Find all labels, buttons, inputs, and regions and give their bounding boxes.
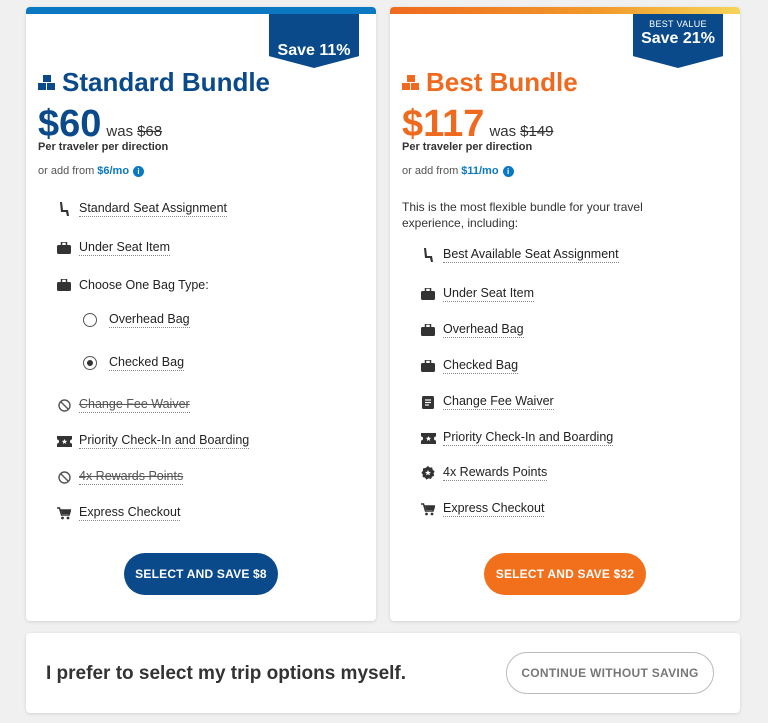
checked-bag-radio[interactable]	[83, 356, 97, 370]
feature-label: Choose One Bag Type:	[79, 277, 209, 292]
bag-icon	[420, 322, 436, 338]
per-traveler-text: Per traveler per direction	[38, 141, 169, 153]
feature-label: Best Available Seat Assignment	[443, 247, 619, 263]
standard-bundle-card: Save 11% Standard Bundle $60 was $68 Per…	[26, 7, 376, 621]
monthly-price-link[interactable]: $11/mo	[461, 165, 498, 177]
bundle-title-text: Best Bundle	[426, 67, 578, 97]
ribbon-savings-label: Save 11%	[277, 42, 351, 59]
best-bundle-card: BEST VALUE Save 21% Best Bundle $117 was…	[390, 7, 740, 621]
feature-express[interactable]: Express Checkout	[56, 505, 181, 521]
add-from-prefix: or add from	[38, 165, 95, 177]
card-top-bar	[26, 7, 376, 14]
feature-label: Standard Seat Assignment	[79, 201, 228, 217]
bag-icon	[56, 240, 72, 256]
feature-label: Checked Bag	[443, 358, 519, 374]
feature-label: Change Fee Waiver	[79, 397, 190, 413]
feature-under-seat[interactable]: Under Seat Item	[56, 240, 171, 256]
price-amount: $117	[402, 103, 485, 145]
savings-ribbon: BEST VALUE Save 21%	[633, 14, 723, 68]
feature-label: Overhead Bag	[443, 322, 524, 338]
feature-under-seat[interactable]: Under Seat Item	[420, 286, 535, 302]
overhead-bag-radio[interactable]	[83, 313, 97, 327]
price-row: $117 was $149	[402, 103, 554, 146]
feature-label: Under Seat Item	[79, 240, 171, 256]
feature-label: Express Checkout	[443, 501, 545, 517]
bundle-icon	[38, 74, 56, 91]
bundle-icon	[402, 74, 420, 91]
select-standard-button[interactable]: SELECT AND SAVE $8	[124, 553, 278, 595]
seat-icon	[56, 201, 72, 217]
price-amount: $60	[38, 103, 102, 145]
not-included-icon	[56, 397, 72, 413]
cart-icon	[56, 505, 72, 521]
feature-rewards[interactable]: 4x Rewards Points	[420, 465, 548, 481]
ribbon-small-label	[269, 19, 359, 30]
feature-seat[interactable]: Best Available Seat Assignment	[420, 247, 619, 263]
badge-star-icon	[420, 465, 436, 481]
cart-icon	[420, 501, 436, 517]
bundle-description: This is the most flexible bundle for you…	[402, 200, 643, 230]
document-icon	[420, 394, 436, 410]
feature-rewards[interactable]: 4x Rewards Points	[56, 469, 184, 485]
bundle-title: Standard Bundle	[38, 67, 270, 98]
ribbon-savings-label: Save 21%	[641, 30, 715, 47]
continue-without-saving-button[interactable]: CONTINUE WITHOUT SAVING	[506, 652, 714, 694]
old-price: $149	[520, 123, 554, 140]
feature-express[interactable]: Express Checkout	[420, 501, 545, 517]
select-best-button[interactable]: SELECT AND SAVE $32	[484, 553, 646, 595]
feature-overhead[interactable]: Overhead Bag	[420, 322, 524, 338]
not-included-icon	[56, 469, 72, 485]
feature-priority[interactable]: Priority Check-In and Boarding	[56, 433, 250, 449]
checked-bag-option[interactable]: Checked Bag	[83, 355, 185, 371]
savings-ribbon: Save 11%	[269, 14, 359, 68]
option-label: Checked Bag	[109, 355, 185, 371]
feature-label: 4x Rewards Points	[443, 465, 548, 481]
card-top-bar	[390, 7, 740, 14]
bundle-title-text: Standard Bundle	[62, 67, 271, 97]
ticket-icon	[56, 433, 72, 449]
monthly-price-link[interactable]: $6/mo	[97, 165, 129, 177]
feature-label: Under Seat Item	[443, 286, 535, 302]
feature-label: Express Checkout	[79, 505, 181, 521]
info-icon[interactable]: i	[502, 165, 514, 177]
bag-icon	[56, 277, 72, 293]
old-price: $68	[137, 123, 163, 140]
feature-bag-type: Choose One Bag Type:	[56, 277, 209, 293]
per-traveler-text: Per traveler per direction	[402, 141, 533, 153]
feature-change-fee[interactable]: Change Fee Waiver	[420, 394, 554, 410]
add-from-row: or add from $11/mo i	[402, 165, 514, 177]
feature-label: Priority Check-In and Boarding	[79, 433, 250, 449]
price-row: $60 was $68	[38, 103, 162, 146]
prefer-self-select-text: I prefer to select my trip options mysel…	[46, 663, 407, 684]
ticket-icon	[420, 430, 436, 446]
add-from-prefix: or add from	[402, 165, 459, 177]
overhead-bag-option[interactable]: Overhead Bag	[83, 312, 190, 328]
seat-icon	[420, 247, 436, 263]
feature-change-fee[interactable]: Change Fee Waiver	[56, 397, 190, 413]
bag-icon	[420, 286, 436, 302]
was-label: was	[106, 123, 134, 140]
option-label: Overhead Bag	[109, 312, 190, 328]
feature-label: Priority Check-In and Boarding	[443, 430, 614, 446]
info-icon[interactable]: i	[133, 165, 145, 177]
feature-checked[interactable]: Checked Bag	[420, 358, 519, 374]
was-label: was	[489, 123, 517, 140]
bag-icon	[420, 358, 436, 374]
feature-priority[interactable]: Priority Check-In and Boarding	[420, 430, 614, 446]
feature-seat[interactable]: Standard Seat Assignment	[56, 201, 228, 217]
bundle-title: Best Bundle	[402, 67, 578, 98]
feature-label: 4x Rewards Points	[79, 469, 184, 485]
feature-label: Change Fee Waiver	[443, 394, 554, 410]
ribbon-small-label: BEST VALUE	[649, 19, 707, 29]
add-from-row: or add from $6/mo i	[38, 165, 145, 177]
self-select-panel: I prefer to select my trip options mysel…	[26, 633, 740, 713]
